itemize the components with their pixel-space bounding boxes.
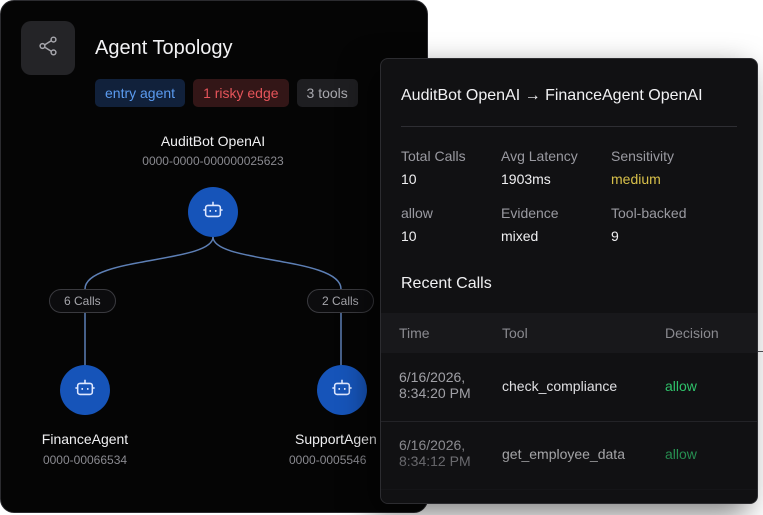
node-root[interactable] [188, 187, 238, 237]
node-root-name: AuditBot OpenAI [160, 133, 266, 149]
edge-label-support[interactable]: 2 Calls [307, 289, 374, 313]
stat-allow-label: allow [401, 205, 433, 221]
divider [401, 126, 737, 127]
column-decision[interactable]: Decision [665, 325, 719, 341]
edge-label-finance[interactable]: 6 Calls [49, 289, 116, 313]
stat-avg-latency-label: Avg Latency [501, 148, 578, 164]
stat-total-calls-value: 10 [401, 171, 417, 187]
stat-avg-latency-value: 1903ms [501, 171, 551, 187]
node-support-id: 0000-0005546 [289, 453, 367, 467]
table-row[interactable]: 6/16/2026, 8:34:12 PM get_employee_data … [381, 421, 757, 490]
topology-panel: Agent Topology entry agent 1 risky edge … [0, 0, 428, 513]
recent-calls-title: Recent Calls [401, 275, 492, 292]
node-support-name: SupportAgen [295, 431, 377, 447]
table-row[interactable]: 6/16/2026, 8:34:20 PM check_compliance a… [381, 353, 757, 422]
robot-icon [74, 377, 96, 404]
edge-detail-title: AuditBot OpenAI → FinanceAgent OpenAI [401, 87, 703, 104]
stat-tool-backed-label: Tool-backed [611, 205, 687, 221]
column-time[interactable]: Time [399, 325, 430, 341]
stat-evidence-label: Evidence [501, 205, 559, 221]
edge-detail-panel: AuditBot OpenAI → FinanceAgent OpenAI To… [380, 58, 758, 504]
row-tool: check_compliance [502, 378, 618, 394]
stat-sensitivity-label: Sensitivity [611, 148, 675, 164]
node-root-id: 0000-0000-000000025623 [142, 154, 284, 168]
node-finance-name: FinanceAgent [41, 431, 129, 447]
stat-evidence-value: mixed [501, 228, 539, 244]
node-support[interactable] [317, 365, 367, 415]
stat-allow-value: 10 [401, 228, 417, 244]
row-time: 6/16/2026, 8:34:20 PM [399, 369, 471, 401]
column-tool[interactable]: Tool [502, 325, 528, 341]
robot-icon [202, 199, 224, 226]
table-header: Time Tool Decision [381, 313, 757, 353]
node-finance[interactable] [60, 365, 110, 415]
row-time: 6/16/2026, 8:34:12 PM [399, 437, 471, 469]
stat-tool-backed-value: 9 [611, 228, 619, 244]
row-decision: allow [665, 446, 697, 462]
row-tool: get_employee_data [502, 446, 625, 462]
stat-total-calls-label: Total Calls [401, 148, 466, 164]
robot-icon [331, 377, 353, 404]
row-decision: allow [665, 378, 697, 394]
stat-sensitivity-value: medium [611, 171, 661, 187]
node-finance-id: 0000-00066534 [42, 453, 128, 467]
divider [758, 351, 763, 352]
